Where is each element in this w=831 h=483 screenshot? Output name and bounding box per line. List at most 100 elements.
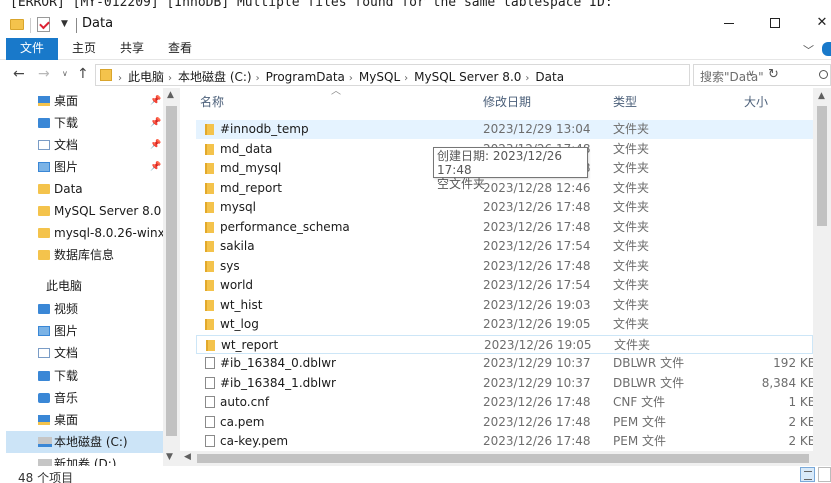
chevron-right-icon[interactable]: ›: [118, 73, 122, 84]
chevron-right-icon[interactable]: ›: [256, 73, 260, 84]
file-size: 8,384 KB: [761, 375, 813, 390]
address-bar[interactable]: › 此电脑 › 本地磁盘 (C:) › ProgramData › MySQL › MySQL S…: [95, 64, 779, 86]
chevron-right-icon[interactable]: ›: [168, 73, 172, 84]
tab-share[interactable]: 共享: [120, 38, 144, 60]
file-type: 文件夹: [613, 317, 650, 331]
chevron-down-icon[interactable]: ▼: [61, 19, 68, 35]
scroll-thumb[interactable]: [166, 106, 177, 436]
file-icon: [205, 357, 215, 369]
recent-locations-icon[interactable]: ∨: [62, 69, 68, 78]
sidebar-item[interactable]: 下载 📌: [6, 112, 163, 134]
sidebar-item[interactable]: 桌面: [6, 409, 163, 431]
tab-home[interactable]: 主页: [72, 38, 96, 60]
breadcrumb-item[interactable]: MySQL Server 8.0: [414, 70, 521, 84]
file-name: sakila: [220, 239, 255, 253]
search-input[interactable]: 搜索"Data": [693, 64, 831, 86]
breadcrumb-item[interactable]: 本地磁盘 (C:): [178, 70, 252, 84]
sidebar-item[interactable]: 图片: [6, 320, 163, 342]
window-title: Data: [82, 16, 114, 31]
maximize-icon: [770, 18, 780, 28]
search-icon[interactable]: [819, 70, 828, 79]
scroll-down-icon[interactable]: ▼: [166, 452, 173, 462]
chevron-right-icon[interactable]: ›: [525, 73, 529, 84]
properties-icon[interactable]: [37, 17, 50, 32]
close-button[interactable]: ✕: [799, 10, 831, 38]
folder-icon: [205, 241, 214, 252]
tab-file[interactable]: 文件: [6, 38, 58, 60]
chevron-right-icon[interactable]: ›: [404, 73, 408, 84]
help-icon[interactable]: [822, 42, 831, 56]
folder-row[interactable]: sakila 2023/12/26 17:54 文件夹: [196, 237, 813, 256]
file-name: sys: [220, 258, 240, 273]
chevron-right-icon[interactable]: ›: [349, 73, 353, 84]
sidebar-item-label: 桌面: [54, 413, 79, 427]
sidebar-item[interactable]: mysql-8.0.26-winx64: [6, 222, 163, 244]
folder-row[interactable]: wt_hist 2023/12/26 19:03 文件夹: [196, 296, 813, 315]
folder-icon: [205, 260, 214, 272]
sidebar-item[interactable]: 桌面 📌: [6, 90, 163, 112]
scroll-left-icon[interactable]: ◀: [184, 452, 191, 462]
file-name: ca.pem: [220, 414, 265, 429]
folder-row[interactable]: performance_schema 2023/12/26 17:48 文件夹: [196, 218, 813, 237]
scroll-up-icon[interactable]: ▲: [167, 90, 174, 100]
file-name: #ib_16384_1.dblwr: [220, 375, 336, 390]
file-type: 文件夹: [613, 141, 650, 156]
up-arrow-icon[interactable]: ↑: [77, 66, 89, 82]
back-arrow-icon[interactable]: ←: [13, 66, 25, 82]
sidebar-item[interactable]: 下载: [6, 365, 163, 387]
file-row[interactable]: ca.pem 2023/12/26 17:48 PEM 文件 2 KB: [196, 413, 813, 432]
details-view-icon[interactable]: [800, 467, 815, 482]
scroll-thumb[interactable]: [817, 106, 827, 226]
file-row[interactable]: ca-key.pem 2023/12/26 17:48 PEM 文件 2 KB: [196, 432, 813, 451]
sidebar-item[interactable]: 文档 📌: [6, 134, 163, 156]
horizontal-scrollbar[interactable]: ◀: [180, 451, 813, 466]
sidebar-item[interactable]: 视频: [6, 298, 163, 320]
column-header-date[interactable]: 修改日期: [483, 88, 531, 114]
sidebar-item[interactable]: 数据库信息: [6, 244, 163, 266]
file-name: wt_report: [221, 337, 279, 352]
minimize-button[interactable]: [707, 10, 753, 38]
pin-icon: 📌: [150, 96, 162, 106]
sidebar-item[interactable]: 本地磁盘 (C:): [6, 431, 163, 454]
folder-row[interactable]: wt_report 2023/12/26 19:05 文件夹: [196, 334, 813, 354]
folder-row[interactable]: #innodb_temp 2023/12/29 13:04 文件夹: [196, 120, 813, 139]
column-header-type[interactable]: 类型: [613, 88, 637, 114]
breadcrumb-item[interactable]: Data: [535, 70, 564, 84]
tab-view[interactable]: 查看: [168, 38, 192, 60]
breadcrumb-item[interactable]: 此电脑: [128, 70, 164, 84]
sidebar-item[interactable]: 文档: [6, 342, 163, 364]
folder-row[interactable]: mysql 2023/12/26 17:48 文件夹: [196, 198, 813, 217]
sidebar-item[interactable]: 音乐: [6, 387, 163, 409]
sidebar-scrollbar[interactable]: ▲ ▼: [163, 88, 180, 466]
forward-arrow-icon[interactable]: →: [38, 66, 50, 82]
download-icon: [38, 118, 50, 128]
sidebar-item[interactable]: Data: [6, 178, 163, 200]
file-row[interactable]: auto.cnf 2023/12/26 17:48 CNF 文件 1 KB: [196, 393, 813, 412]
sidebar-item-label: 音乐: [54, 390, 79, 405]
folder-row[interactable]: sys 2023/12/26 17:48 文件夹: [196, 257, 813, 276]
sidebar-item-label: 下载: [54, 116, 79, 130]
scroll-thumb[interactable]: [197, 454, 809, 463]
breadcrumb-item[interactable]: ProgramData: [266, 70, 345, 84]
maximize-button[interactable]: [753, 10, 799, 38]
video-icon: [38, 304, 50, 314]
large-icons-view-icon[interactable]: [818, 467, 831, 482]
scroll-up-icon[interactable]: ▲: [818, 91, 825, 101]
document-icon: [38, 140, 50, 150]
document-icon: [38, 348, 50, 359]
sidebar-item-this-pc[interactable]: 此电脑: [6, 275, 163, 297]
folder-row[interactable]: wt_log 2023/12/26 19:05 文件夹: [196, 315, 813, 334]
sidebar-item[interactable]: 图片 📌: [6, 156, 163, 178]
file-type: 文件夹: [613, 239, 650, 253]
file-list-scrollbar[interactable]: ▲: [813, 88, 831, 466]
breadcrumb-item[interactable]: MySQL: [359, 70, 400, 84]
expand-ribbon-icon[interactable]: ﹀: [803, 42, 814, 58]
sidebar-item[interactable]: MySQL Server 8.0: [6, 200, 163, 222]
folder-row[interactable]: world 2023/12/26 17:54 文件夹: [196, 276, 813, 295]
file-row[interactable]: #ib_16384_1.dblwr 2023/12/29 10:37 DBLWR 文…: [196, 374, 813, 393]
file-row[interactable]: #ib_16384_0.dblwr 2023/12/29 10:37 DBLWR 文…: [196, 354, 813, 373]
sidebar-item[interactable]: 新加卷 (D:): [6, 453, 163, 466]
column-header-size[interactable]: 大小: [744, 88, 768, 114]
folder-icon: [206, 339, 215, 351]
column-header-name[interactable]: 名称: [200, 88, 224, 114]
